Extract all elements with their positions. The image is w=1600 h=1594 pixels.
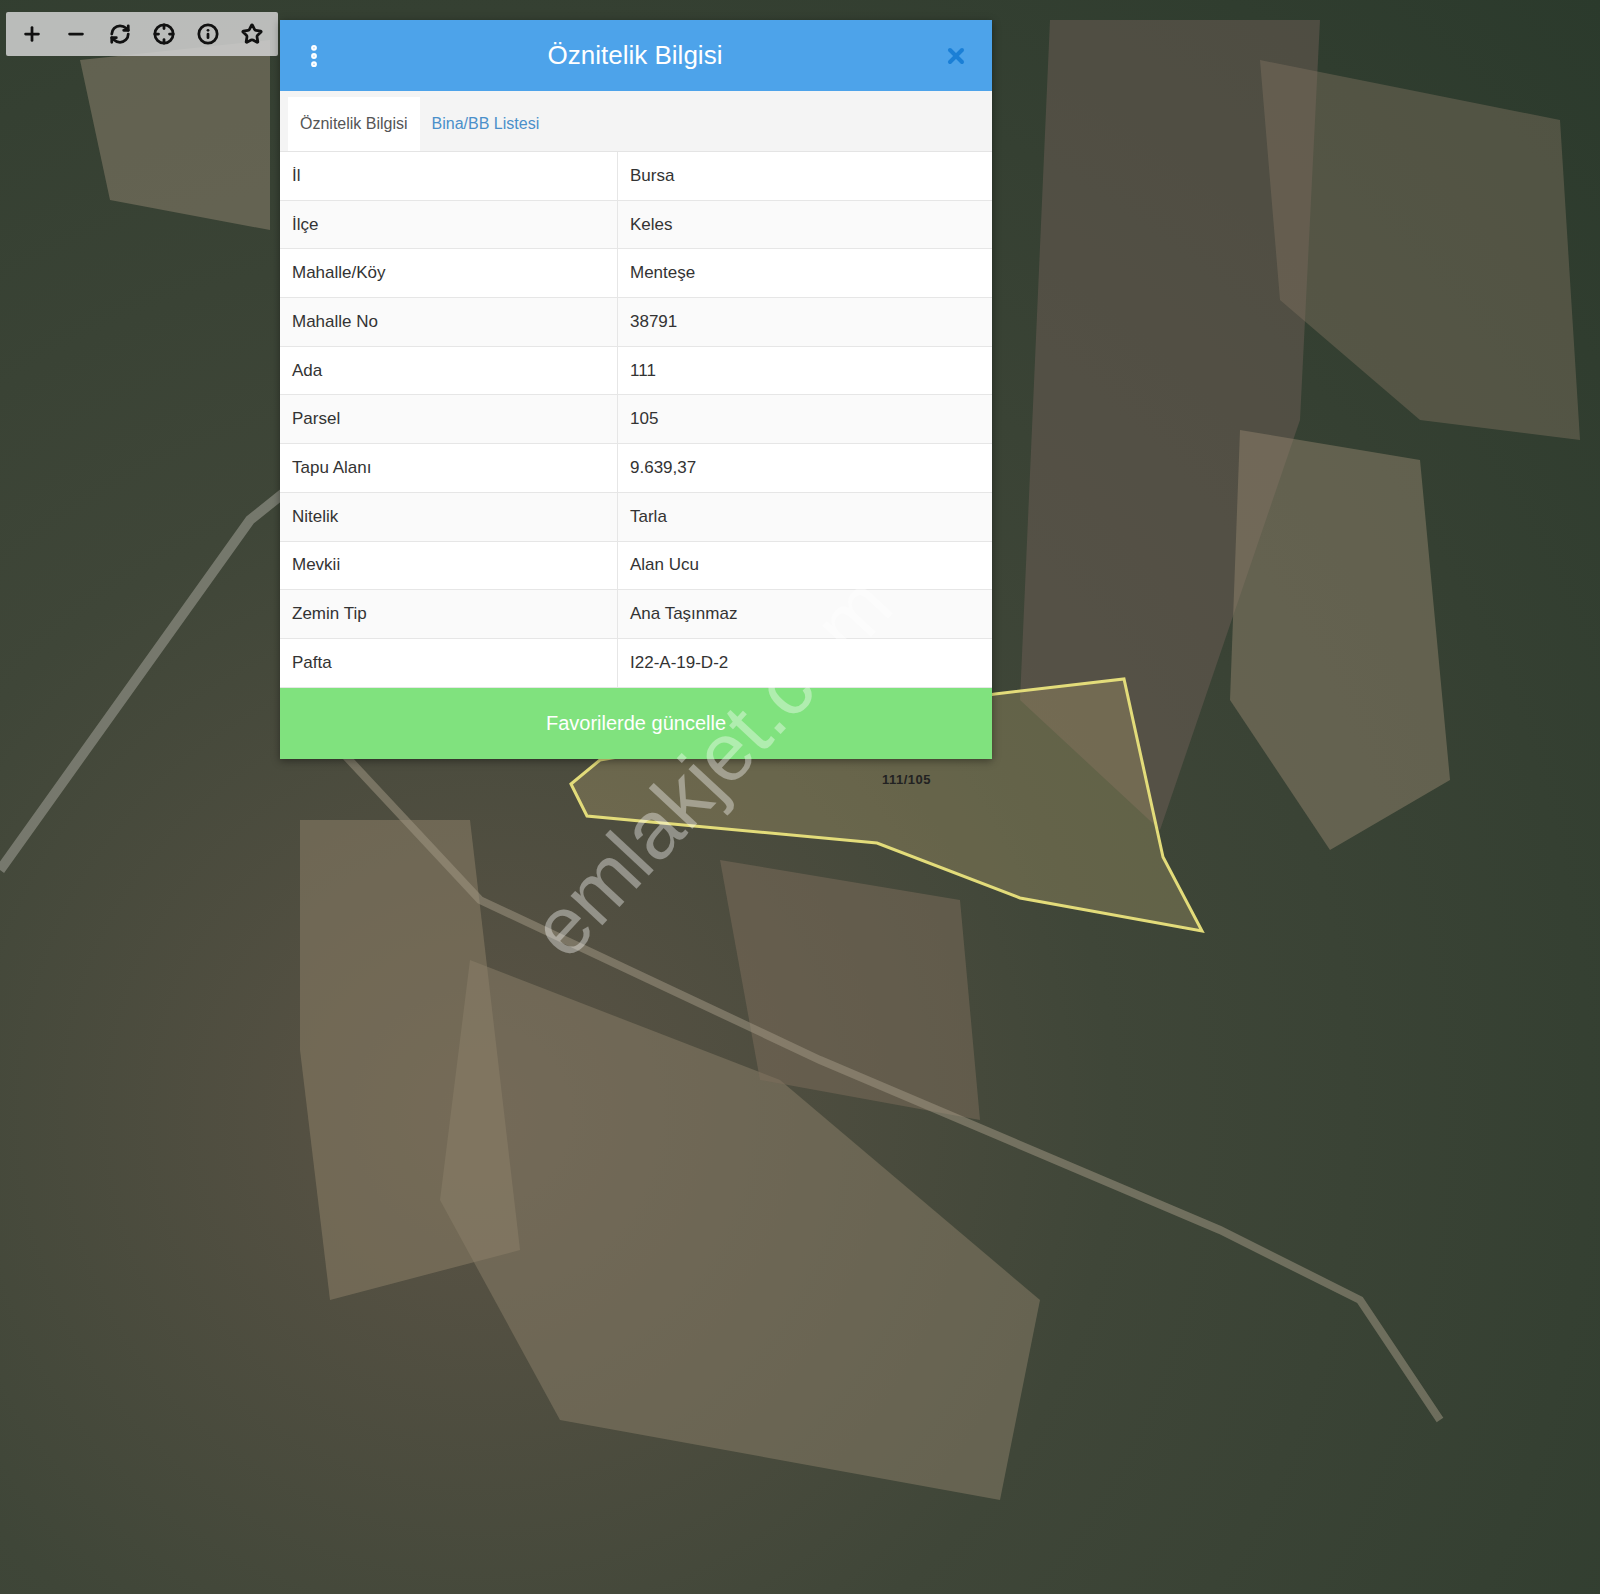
- attribute-label: Mahalle No: [280, 298, 617, 346]
- favorite-icon: [241, 23, 263, 45]
- attribute-row: Mahalle No38791: [280, 298, 992, 347]
- attribute-value: Keles: [617, 201, 992, 249]
- attribute-value: Ana Taşınmaz: [617, 590, 992, 638]
- close-button[interactable]: [940, 40, 972, 72]
- attribute-row: Parsel105: [280, 395, 992, 444]
- toolbar-button[interactable]: [188, 16, 228, 52]
- attribute-value: I22-A-19-D-2: [617, 639, 992, 687]
- attribute-value: 38791: [617, 298, 992, 346]
- watermark: emlakjet.com: [512, 558, 910, 975]
- attribute-row: Tapu Alanı9.639,37: [280, 444, 992, 493]
- attribute-row: Ada111: [280, 347, 992, 396]
- map[interactable]: 111/105Öznitelik BilgisiÖznitelik Bilgis…: [0, 0, 1600, 1594]
- attribute-value: Bursa: [617, 152, 992, 200]
- attribute-value: 111: [617, 347, 992, 395]
- toolbar-button[interactable]: [100, 16, 140, 52]
- attribute-value: Tarla: [617, 493, 992, 541]
- attribute-label: Nitelik: [280, 493, 617, 541]
- zoom-out-icon: [65, 23, 87, 45]
- attribute-label: Mahalle/Köy: [280, 249, 617, 297]
- map-toolbar: [6, 12, 278, 56]
- toolbar-button[interactable]: [232, 16, 272, 52]
- panel-header: Öznitelik Bilgisi: [280, 20, 992, 91]
- attribute-label: İl: [280, 152, 617, 200]
- attribute-row: NitelikTarla: [280, 493, 992, 542]
- tab-bar: Öznitelik BilgisiBina/BB Listesi: [280, 91, 992, 152]
- attribute-panel: Öznitelik BilgisiÖznitelik BilgisiBina/B…: [280, 20, 992, 759]
- tab[interactable]: Bina/BB Listesi: [420, 97, 552, 151]
- toolbar-button[interactable]: [12, 16, 52, 52]
- tab[interactable]: Öznitelik Bilgisi: [288, 97, 420, 151]
- attribute-row: Zemin TipAna Taşınmaz: [280, 590, 992, 639]
- close-icon: [944, 44, 968, 68]
- favorite-update-button[interactable]: Favorilerde güncelle: [280, 688, 992, 759]
- attribute-label: Mevkii: [280, 542, 617, 590]
- attribute-row: Mahalle/KöyMenteşe: [280, 249, 992, 298]
- locate-icon: [153, 23, 175, 45]
- attribute-value: 9.639,37: [617, 444, 992, 492]
- zoom-in-icon: [21, 23, 43, 45]
- menu-icon: [300, 42, 328, 70]
- attribute-row: İlBursa: [280, 152, 992, 201]
- attribute-row: MevkiiAlan Ucu: [280, 542, 992, 591]
- attribute-label: Tapu Alanı: [280, 444, 617, 492]
- toolbar-button[interactable]: [56, 16, 96, 52]
- panel-title: Öznitelik Bilgisi: [548, 40, 723, 71]
- attribute-label: Pafta: [280, 639, 617, 687]
- attribute-value: Alan Ucu: [617, 542, 992, 590]
- attribute-label: Ada: [280, 347, 617, 395]
- refresh-icon: [109, 23, 131, 45]
- toolbar-button[interactable]: [144, 16, 184, 52]
- attribute-label: Parsel: [280, 395, 617, 443]
- menu-button[interactable]: [298, 40, 330, 72]
- attribute-row: PaftaI22-A-19-D-2: [280, 639, 992, 688]
- attribute-value: 105: [617, 395, 992, 443]
- attribute-label: Zemin Tip: [280, 590, 617, 638]
- attribute-value: Menteşe: [617, 249, 992, 297]
- parcel-label: 111/105: [882, 772, 931, 787]
- info-icon: [197, 23, 219, 45]
- attribute-row: İlçeKeles: [280, 201, 992, 250]
- attribute-label: İlçe: [280, 201, 617, 249]
